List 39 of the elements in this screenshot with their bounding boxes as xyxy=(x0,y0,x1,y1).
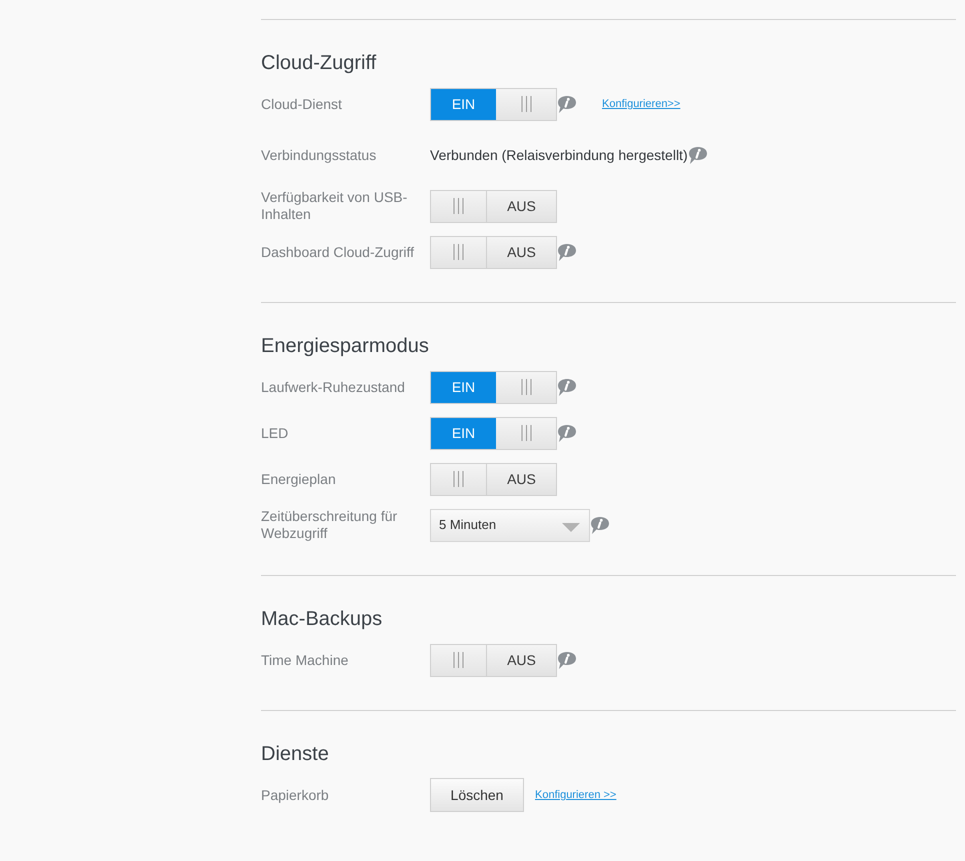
info-icon[interactable] xyxy=(557,242,577,262)
section-heading: Energiesparmodus xyxy=(261,334,430,359)
status-text: Verbunden (Relaisverbindung hergestellt) xyxy=(430,146,688,165)
info-icon[interactable] xyxy=(557,650,577,670)
info-icon[interactable] xyxy=(590,516,610,534)
toggle-switch[interactable]: AUS xyxy=(430,190,557,222)
grip-icon xyxy=(453,244,464,260)
section-heading: Dienste xyxy=(261,742,330,767)
setting-label: Verbindungsstatus xyxy=(261,146,378,164)
toggle-switch[interactable]: EIN xyxy=(430,370,557,404)
toggle-switch[interactable]: AUS xyxy=(430,462,557,496)
grip-icon xyxy=(453,198,464,214)
setting-label: Papierkorb xyxy=(261,786,330,804)
setting-label: Laufwerk-Ruhezustand xyxy=(261,378,406,396)
section-heading: Mac-Backups xyxy=(261,607,384,632)
info-icon[interactable] xyxy=(557,94,577,114)
info-icon[interactable] xyxy=(557,378,577,396)
info-icon[interactable] xyxy=(557,424,577,442)
setting-label: Verfügbarkeit von USB-Inhalten xyxy=(261,189,408,223)
grip-icon xyxy=(453,471,464,487)
setting-label: Dashboard Cloud-Zugriff xyxy=(261,244,416,260)
info-icon[interactable] xyxy=(688,146,708,164)
grip-icon xyxy=(520,96,532,112)
toggle-switch[interactable]: EIN xyxy=(430,88,557,120)
grip-icon xyxy=(453,652,464,668)
section-heading: Cloud-Zugriff xyxy=(261,51,378,76)
setting-label: Energieplan xyxy=(261,470,337,488)
dropdown-arrow-icon xyxy=(562,522,580,532)
setting-label: Time Machine xyxy=(261,652,350,668)
setting-label: LED xyxy=(261,424,290,442)
grip-icon xyxy=(520,379,532,395)
setting-label: Cloud-Dienst xyxy=(261,96,343,112)
toggle-switch[interactable]: AUS xyxy=(430,644,557,676)
setting-label: Zeitüberschreitung für Webzugriff xyxy=(261,508,398,542)
toggle-switch[interactable]: EIN xyxy=(430,416,557,450)
toggle-switch[interactable]: AUS xyxy=(430,236,557,268)
grip-icon xyxy=(520,425,532,441)
delete-button[interactable]: Löschen xyxy=(430,778,524,812)
timeout-dropdown[interactable]: 5 Minuten xyxy=(430,508,590,542)
